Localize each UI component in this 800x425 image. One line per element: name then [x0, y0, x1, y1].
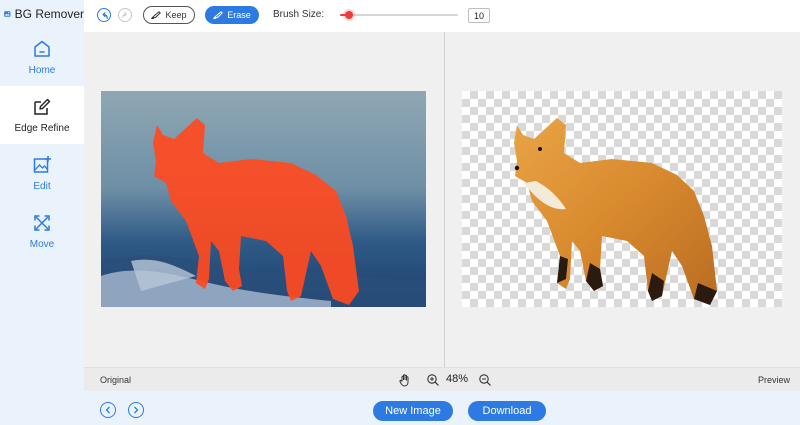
compare-divider: [444, 32, 445, 367]
redo-icon: [122, 12, 127, 18]
edge-refine-icon: [34, 98, 51, 115]
sidebar-item-label: Home: [28, 64, 56, 76]
undo-button[interactable]: [97, 8, 111, 22]
brush-size-slider[interactable]: [340, 11, 458, 19]
zoom-level: 48%: [446, 373, 469, 385]
sidebar-item-label: Edge Refine: [14, 122, 70, 134]
workspace: [84, 32, 800, 367]
erase-label: Erase: [227, 10, 251, 20]
zoom-in-icon[interactable]: [426, 373, 440, 387]
home-icon: [34, 40, 50, 57]
sidebar-item-edit[interactable]: Edit: [0, 144, 84, 202]
toolbar: Keep Erase Brush Size: 10: [84, 0, 800, 32]
new-image-button[interactable]: New Image: [373, 401, 453, 421]
sidebar: BG Remover Home Edge Refine Edit Move: [0, 0, 84, 425]
image-edit-icon: [33, 155, 51, 173]
redo-button[interactable]: [118, 8, 132, 22]
chevron-left-icon: [105, 406, 110, 414]
original-label: Original: [100, 375, 132, 385]
keep-label: Keep: [165, 10, 187, 20]
undo-icon: [102, 11, 108, 19]
previous-button[interactable]: [100, 402, 116, 418]
sidebar-item-home[interactable]: Home: [0, 28, 84, 86]
bottom-bar: New Image Download: [84, 391, 800, 425]
hand-pan-icon[interactable]: [398, 373, 412, 387]
keep-button[interactable]: Keep: [143, 6, 195, 24]
erase-brush-icon: [213, 11, 224, 19]
brush-size-label: Brush Size:: [273, 9, 325, 20]
sidebar-item-label: Edit: [33, 180, 51, 192]
preview-fox-image: [514, 118, 717, 305]
chevron-right-icon: [134, 406, 139, 414]
zoom-out-icon[interactable]: [478, 373, 492, 387]
brush-size-slider-thumb[interactable]: [345, 11, 353, 19]
app-title: BG Remover: [14, 7, 84, 21]
keep-brush-icon: [151, 11, 162, 19]
move-icon: [34, 214, 50, 231]
app-logo: BG Remover: [0, 0, 84, 28]
original-image-canvas[interactable]: [101, 91, 426, 307]
app-logo-icon: [4, 11, 11, 17]
sidebar-item-label: Move: [29, 238, 55, 250]
preview-label: Preview: [757, 375, 790, 385]
download-button[interactable]: Download: [468, 401, 546, 421]
brush-size-input[interactable]: 10: [468, 8, 490, 23]
next-button[interactable]: [128, 402, 144, 418]
sidebar-item-edge-refine[interactable]: Edge Refine: [0, 86, 84, 144]
status-bar: Original 48% Preview: [84, 367, 800, 391]
original-fox-image: [101, 91, 426, 307]
preview-image-canvas[interactable]: [462, 91, 782, 307]
erase-button[interactable]: Erase: [205, 6, 259, 24]
sidebar-item-move[interactable]: Move: [0, 202, 84, 260]
